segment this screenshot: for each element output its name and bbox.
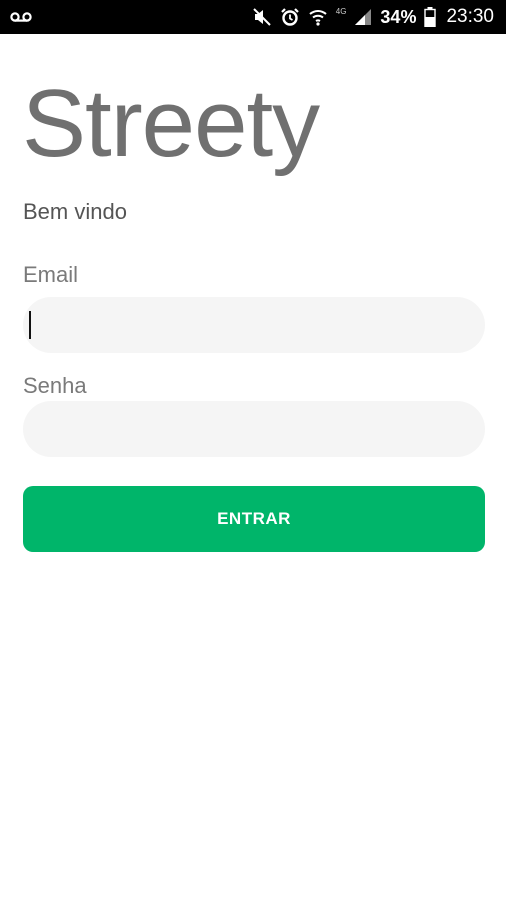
status-left [10, 0, 32, 34]
app-title: Streety [22, 70, 320, 177]
email-label: Email [23, 262, 79, 287]
mute-icon [252, 7, 272, 27]
network-type: 4G [335, 6, 347, 16]
status-right: 4G 34% 23:30 [252, 0, 494, 34]
voicemail-icon [10, 10, 32, 24]
alarm-icon [280, 7, 300, 27]
battery-icon [424, 7, 437, 27]
email-field[interactable] [23, 297, 485, 353]
welcome-text: Bem vindo [23, 199, 127, 224]
login-button[interactable]: ENTRAR [23, 486, 485, 552]
wifi-icon [308, 7, 328, 27]
battery-percent: 34% [380, 6, 417, 27]
clock: 23:30 [446, 6, 494, 27]
text-cursor [29, 311, 31, 339]
status-bar: 4G 34% 23:30 [0, 0, 506, 34]
password-field[interactable] [23, 401, 485, 457]
signal-icon [354, 8, 372, 26]
password-label: Senha [23, 373, 87, 398]
